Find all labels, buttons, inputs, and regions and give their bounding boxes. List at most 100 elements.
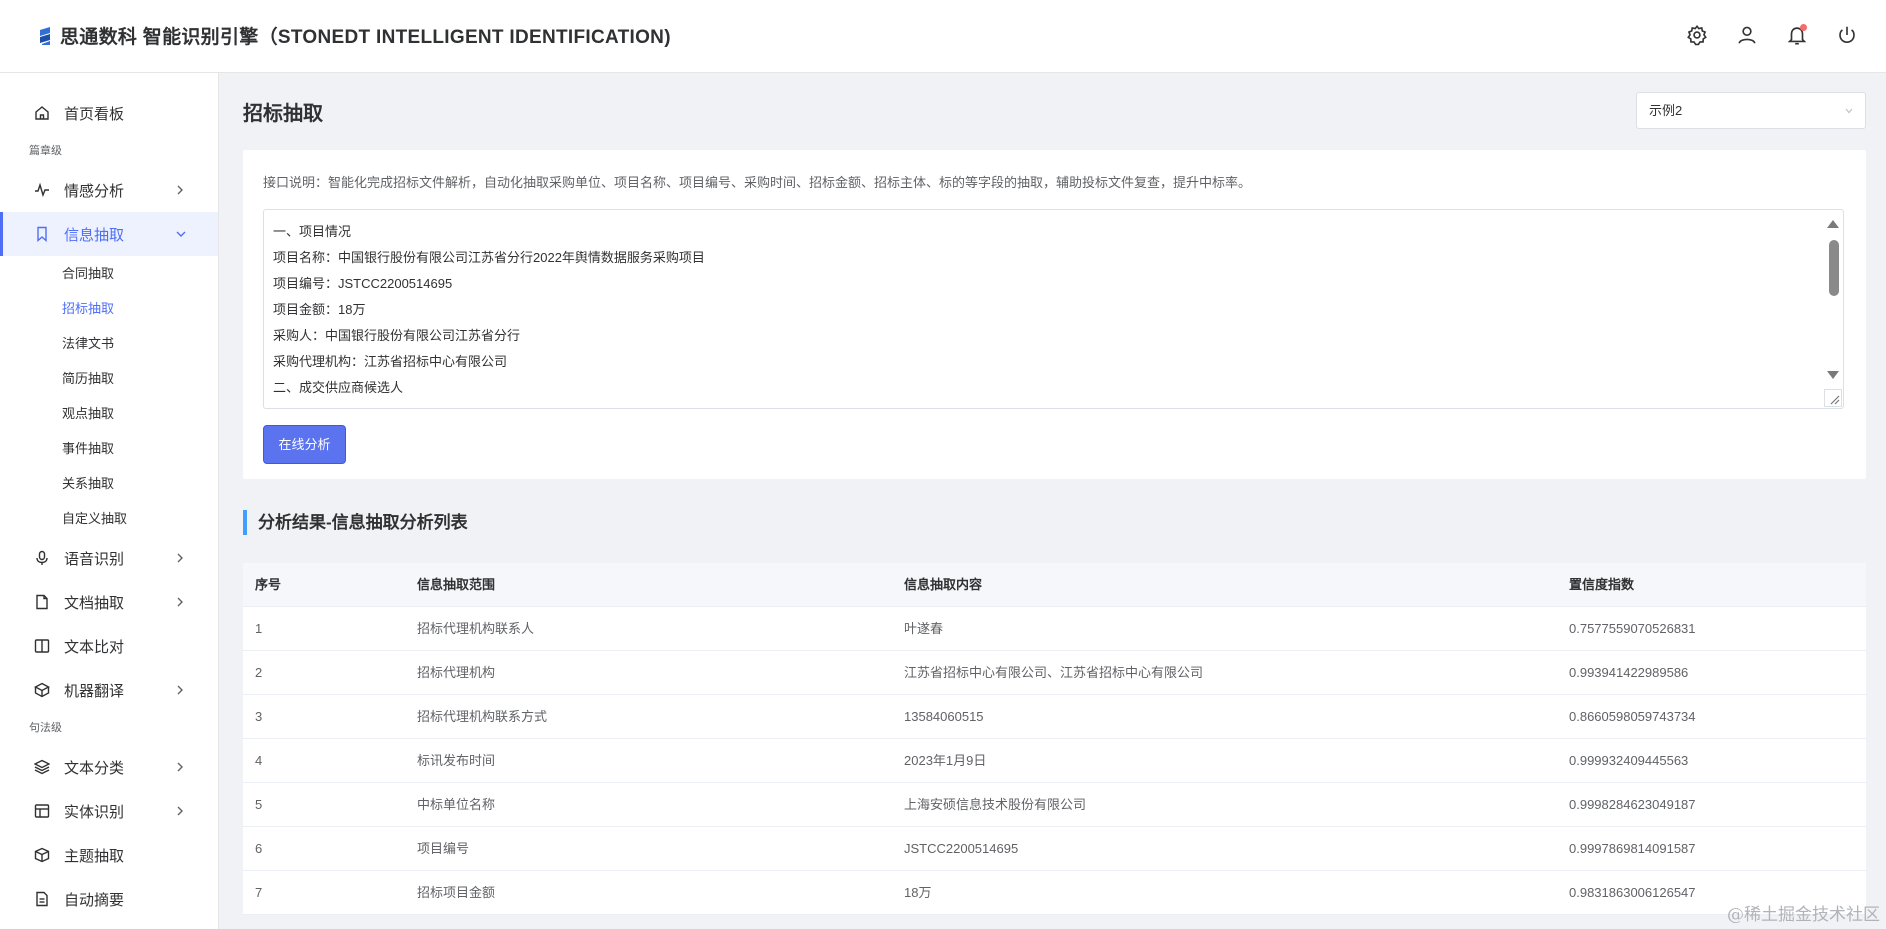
api-description: 接口说明：智能化完成招标文件解析，自动化抽取采购单位、项目名称、项目编号、采购时…: [263, 175, 1252, 190]
bookmark-icon: [34, 226, 50, 242]
textarea-line: 采购代理机构：江苏省招标中心有限公司: [273, 354, 508, 369]
sidebar-item-translate[interactable]: 机器翻译: [0, 668, 218, 712]
watermark: @稀土掘金技术社区: [1727, 905, 1880, 925]
table-cell: 项目编号: [417, 841, 470, 856]
sidebar-subitem-contract[interactable]: 合同抽取: [0, 256, 218, 291]
table-cell: 7: [255, 885, 263, 900]
table-cell: 招标代理机构联系方式: [417, 709, 548, 724]
textarea-line: 项目名称：中国银行股份有限公司江苏省分行2022年舆情数据服务采购项目: [273, 250, 705, 265]
sidebar-subitem-opinion[interactable]: 观点抽取: [0, 396, 218, 431]
table-icon: [34, 803, 50, 819]
sidebar-item-label: 首页看板: [64, 105, 125, 123]
sidebar-subitem-bidding[interactable]: 招标抽取: [0, 291, 218, 326]
column-header: 置信度指数: [1569, 577, 1635, 592]
result-table: 序号 信息抽取范围 信息抽取内容 置信度指数 1 招标代理机构联系人 叶遂春 0…: [243, 563, 1866, 915]
user-icon[interactable]: [1736, 24, 1758, 46]
sidebar-item-label: 信息抽取: [64, 226, 125, 244]
pulse-icon: [34, 182, 50, 198]
home-icon: [34, 105, 50, 121]
textarea-line: 二、成交供应商候选人: [273, 380, 404, 395]
table-row: 1 招标代理机构联系人 叶遂春 0.7577559070526831: [243, 607, 1866, 651]
result-section-title: 分析结果-信息抽取分析列表: [243, 510, 468, 535]
textarea-line: 项目编号：JSTCC2200514695: [273, 276, 453, 291]
table-cell: 2: [255, 665, 263, 680]
microphone-icon: [34, 550, 50, 566]
textarea-scrollbar[interactable]: [1825, 210, 1843, 390]
sidebar-item-summary[interactable]: 自动摘要: [0, 877, 218, 921]
sidebar-item-label: 文本比对: [64, 638, 125, 656]
bell-icon[interactable]: [1786, 24, 1808, 46]
table-cell: 招标项目金额: [417, 885, 496, 900]
table-header-row: 序号 信息抽取范围 信息抽取内容 置信度指数: [243, 563, 1866, 607]
column-header: 序号: [255, 577, 282, 592]
table-cell: 13584060515: [904, 709, 984, 724]
sidebar-subitem-custom[interactable]: 自定义抽取: [0, 501, 218, 536]
table-cell: 6: [255, 841, 263, 856]
sidebar-item-sentiment[interactable]: 情感分析: [0, 168, 218, 212]
sidebar-subitem-event[interactable]: 事件抽取: [0, 431, 218, 466]
table-cell: 1: [255, 621, 263, 636]
sidebar-subitem-resume[interactable]: 简历抽取: [0, 361, 218, 396]
table-cell: 叶遂春: [904, 621, 944, 636]
table-cell: 标讯发布时间: [417, 753, 496, 768]
columns-icon: [34, 638, 50, 654]
chevron-right-icon: [177, 762, 183, 772]
scroll-up-arrow-icon[interactable]: [1827, 220, 1839, 228]
scroll-down-arrow-icon[interactable]: [1827, 371, 1839, 379]
sidebar-item-home[interactable]: 首页看板: [0, 91, 218, 135]
textarea-line: 一、项目情况: [273, 224, 352, 239]
example-select[interactable]: 示例2: [1636, 92, 1866, 129]
sidebar-item-label: 自动摘要: [64, 891, 125, 909]
gear-icon[interactable]: [1686, 24, 1708, 46]
sidebar-item-label: 主题抽取: [64, 847, 125, 865]
app-title: 思通数科 智能识别引擎（STONEDT INTELLIGENT IDENTIFI…: [60, 27, 671, 48]
input-textarea[interactable]: 一、项目情况 项目名称：中国银行股份有限公司江苏省分行2022年舆情数据服务采购…: [263, 209, 1844, 409]
sidebar-item-doc-extract[interactable]: 文档抽取: [0, 580, 218, 624]
table-cell: 上海安硕信息技术股份有限公司: [904, 797, 1087, 812]
chevron-right-icon: [177, 685, 183, 695]
table-cell: JSTCC2200514695: [904, 841, 1019, 856]
layers-icon: [34, 759, 50, 775]
table-cell: 0.993941422989586: [1569, 665, 1689, 680]
table-cell: 0.999932409445563: [1569, 753, 1689, 768]
analyze-button[interactable]: 在线分析: [263, 425, 346, 464]
sidebar-item-speech[interactable]: 语音识别: [0, 536, 218, 580]
sidebar-item-text-classify[interactable]: 文本分类: [0, 745, 218, 789]
table-cell: 0.9997869814091587: [1569, 841, 1696, 856]
table-row: 4 标讯发布时间 2023年1月9日 0.999932409445563: [243, 739, 1866, 783]
sidebar-subitem-legal[interactable]: 法律文书: [0, 326, 218, 361]
column-header: 信息抽取范围: [417, 577, 496, 592]
chevron-down-icon: [1845, 108, 1853, 114]
top-header: 思通数科 智能识别引擎（STONEDT INTELLIGENT IDENTIFI…: [0, 0, 1886, 73]
resize-handle-icon[interactable]: [1824, 389, 1842, 407]
sidebar-item-entity[interactable]: 实体识别: [0, 789, 218, 833]
table-cell: 招标代理机构: [417, 665, 496, 680]
table-cell: 江苏省招标中心有限公司、江苏省招标中心有限公司: [904, 665, 1204, 680]
sidebar-item-label: 情感分析: [64, 182, 125, 200]
sidebar-item-label: 文档抽取: [64, 594, 125, 612]
chevron-down-icon: [176, 231, 186, 237]
power-icon[interactable]: [1836, 24, 1858, 46]
sidebar: 首页看板 篇章级 情感分析 信息抽取 合同抽取 招标抽取 法律文书 简历抽取 观…: [0, 73, 219, 929]
table-cell: 18万: [904, 885, 932, 900]
textarea-line: 项目金额：18万: [273, 302, 366, 317]
table-cell: 0.8660598059743734: [1569, 709, 1696, 724]
table-row: 6 项目编号 JSTCC2200514695 0.999786981409158…: [243, 827, 1866, 871]
example-select-value: 示例2: [1649, 103, 1683, 118]
table-cell: 4: [255, 753, 263, 768]
table-row: 2 招标代理机构 江苏省招标中心有限公司、江苏省招标中心有限公司 0.99394…: [243, 651, 1866, 695]
sidebar-item-label: 文本分类: [64, 759, 125, 777]
table-cell: 2023年1月9日: [904, 753, 987, 768]
sidebar-item-label: 语音识别: [64, 550, 125, 568]
sidebar-item-topic[interactable]: 主题抽取: [0, 833, 218, 877]
cube-icon: [34, 682, 50, 698]
sidebar-item-extraction[interactable]: 信息抽取: [0, 212, 218, 256]
sidebar-subitem-relation[interactable]: 关系抽取: [0, 466, 218, 501]
sidebar-item-text-compare[interactable]: 文本比对: [0, 624, 218, 668]
document-icon: [34, 594, 50, 610]
scroll-thumb[interactable]: [1829, 240, 1839, 296]
table-cell: 中标单位名称: [417, 797, 496, 812]
table-cell: 3: [255, 709, 263, 724]
box-icon: [34, 847, 50, 863]
table-cell: 5: [255, 797, 263, 812]
